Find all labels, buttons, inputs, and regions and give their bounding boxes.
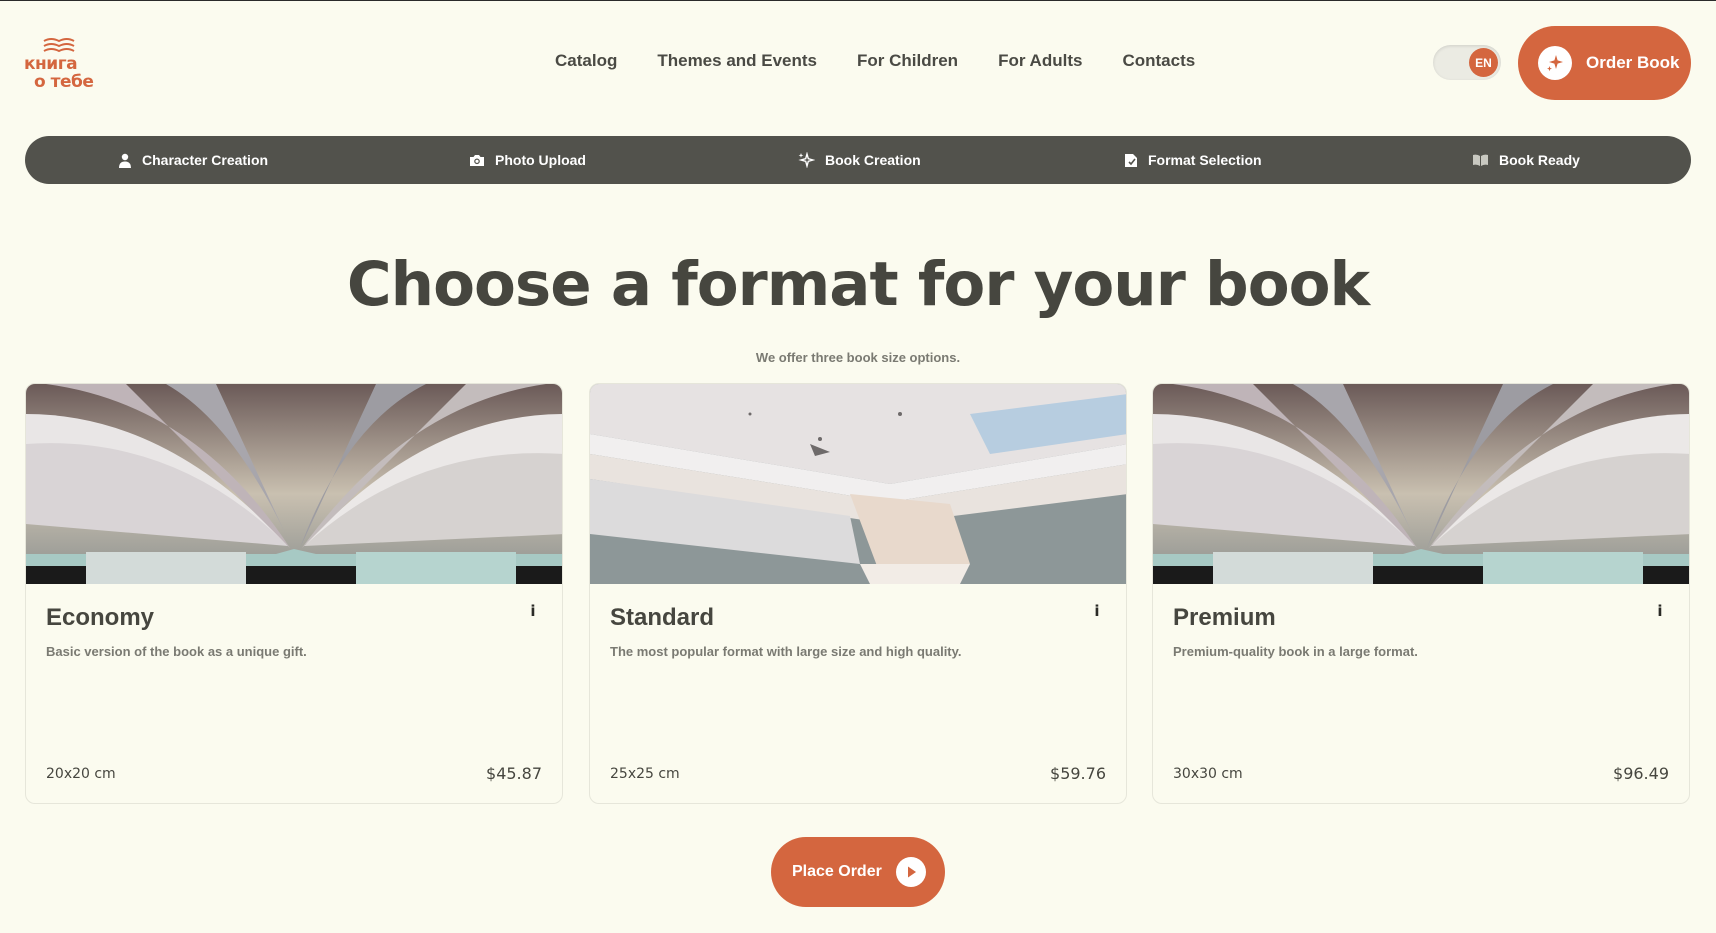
order-book-button[interactable]: Order Book	[1518, 26, 1691, 100]
step-label: Photo Upload	[495, 152, 586, 168]
card-price: $59.76	[1050, 764, 1106, 783]
progress-steps: Character Creation Photo Upload Book Cre…	[25, 136, 1691, 184]
step-label: Book Ready	[1499, 152, 1580, 168]
nav-item-themes-and-events[interactable]: Themes and Events	[657, 51, 817, 71]
brand-line-2: о тебе	[34, 72, 94, 92]
header: книга о тебе Catalog Themes and Events F…	[0, 1, 1716, 126]
card-price: $96.49	[1613, 764, 1669, 783]
language-toggle[interactable]: EN	[1433, 45, 1501, 80]
step-photo-upload[interactable]: Photo Upload	[469, 136, 586, 184]
book-waves-icon	[43, 38, 75, 53]
main-nav: Catalog Themes and Events For Children F…	[555, 51, 1195, 71]
page-subtitle: We offer three book size options.	[755, 350, 961, 365]
nav-item-contacts[interactable]: Contacts	[1122, 51, 1195, 71]
card-title: Premium	[1173, 604, 1276, 631]
open-book-icon	[1473, 154, 1488, 166]
step-book-ready[interactable]: Book Ready	[1472, 136, 1580, 184]
format-card-standard[interactable]: Standard i The most popular format with …	[589, 383, 1127, 804]
nav-item-for-children[interactable]: For Children	[857, 51, 958, 71]
page-title: Choose a format for your book	[346, 249, 1370, 320]
card-description: Premium-quality book in a large format.	[1173, 644, 1418, 659]
card-size: 30x30 cm	[1173, 766, 1243, 782]
step-label: Character Creation	[142, 152, 269, 168]
step-label: Format Selection	[1148, 152, 1262, 168]
place-order-label: Place Order	[792, 863, 882, 880]
card-size: 25x25 cm	[610, 766, 680, 782]
card-description: The most popular format with large size …	[610, 644, 962, 659]
open-book-photo	[1153, 384, 1689, 584]
brand-logo[interactable]: книга о тебе	[24, 37, 116, 93]
document-icon	[1125, 153, 1137, 167]
step-format-selection[interactable]: Format Selection	[1124, 136, 1262, 184]
info-icon[interactable]: i	[1651, 602, 1669, 624]
info-icon[interactable]: i	[524, 602, 542, 624]
order-book-label: Order Book	[1586, 53, 1680, 72]
step-book-creation[interactable]: Book Creation	[798, 136, 921, 184]
play-arrow-icon	[896, 857, 926, 887]
nav-item-catalog[interactable]: Catalog	[555, 51, 617, 71]
step-character-creation[interactable]: Character Creation	[118, 136, 268, 184]
sparkles-icon	[1538, 46, 1572, 80]
language-knob: EN	[1469, 48, 1498, 77]
format-card-premium[interactable]: Premium i Premium-quality book in a larg…	[1152, 383, 1690, 804]
camera-icon	[470, 155, 484, 166]
nav-item-for-adults[interactable]: For Adults	[998, 51, 1082, 71]
page: книга о тебе Catalog Themes and Events F…	[0, 0, 1716, 933]
person-icon	[119, 153, 131, 168]
card-title: Economy	[46, 604, 155, 631]
step-label: Book Creation	[825, 152, 921, 168]
format-card-economy[interactable]: Economy i Basic version of the book as a…	[25, 383, 563, 804]
brand-line-1: книга	[24, 54, 78, 74]
card-size: 20x20 cm	[46, 766, 116, 782]
open-book-photo	[26, 384, 562, 584]
card-price: $45.87	[486, 764, 542, 783]
book-spine-photo	[590, 384, 1126, 584]
sparkles-icon	[798, 152, 815, 168]
place-order-button[interactable]: Place Order	[771, 837, 945, 907]
card-title: Standard	[610, 604, 715, 631]
card-description: Basic version of the book as a unique gi…	[46, 644, 307, 659]
info-icon[interactable]: i	[1088, 602, 1106, 624]
